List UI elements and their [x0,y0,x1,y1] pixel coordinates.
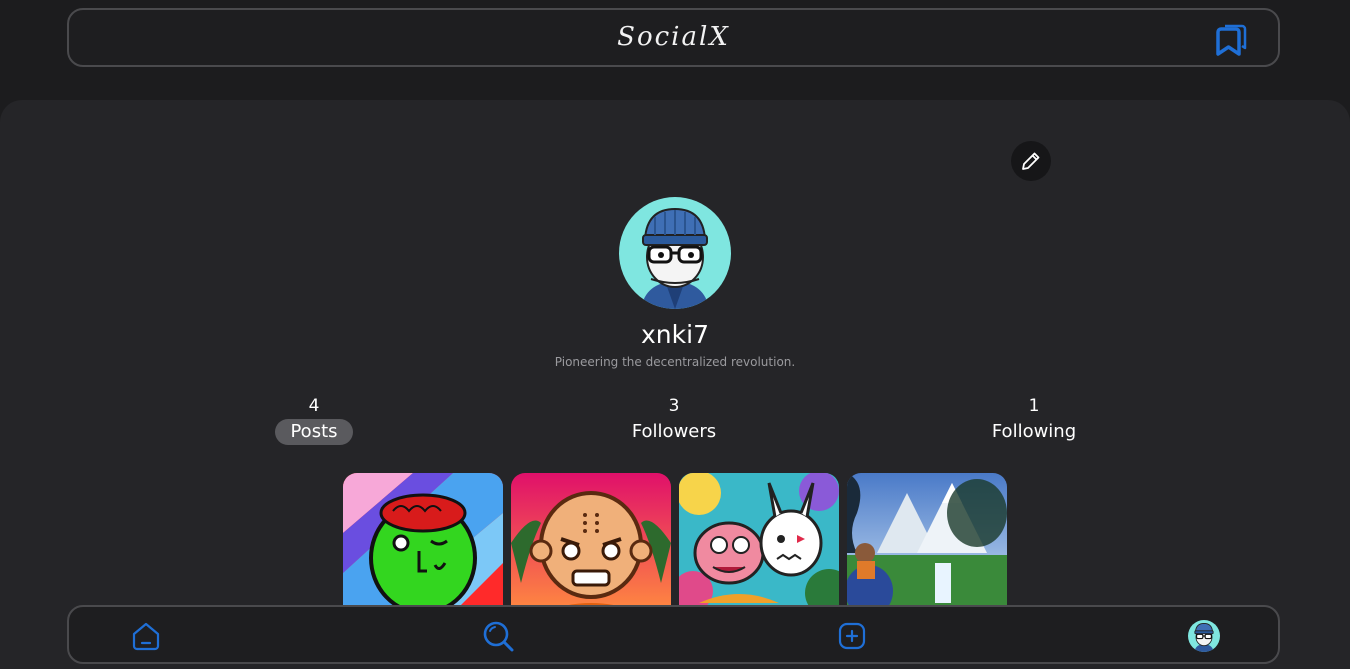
bookmark-stack-icon[interactable] [1214,23,1248,57]
profile-panel [0,100,1350,669]
profile-username: xnki7 [641,320,709,349]
home-icon[interactable] [129,619,163,653]
tab-posts[interactable]: Posts [275,419,353,445]
bottom-nav [67,605,1280,664]
stat-count: 3 [668,396,680,416]
stat-following[interactable]: 1 Following [934,395,1134,445]
stat-followers[interactable]: 3 Followers [574,395,774,445]
pencil-icon [1022,152,1040,170]
stat-count: 4 [308,396,320,416]
top-bar: SocialX [67,8,1280,67]
profile-bio: Pioneering the decentralized revolution. [554,355,796,369]
post-thumbnail[interactable] [679,473,839,613]
post-thumbnail[interactable] [511,473,671,613]
stat-posts[interactable]: 4 Posts [214,395,414,445]
search-icon[interactable] [481,619,515,653]
profile-avatar-icon[interactable] [1188,620,1220,652]
post-thumbnail[interactable] [847,473,1007,613]
profile-avatar[interactable] [619,197,731,309]
profile-page: SocialX xnki7 Pioneering the decentraliz… [0,0,1350,669]
post-thumbnail[interactable] [343,473,503,613]
app-logo[interactable]: SocialX [69,22,1278,52]
add-post-icon[interactable] [835,619,869,653]
stat-count: 1 [1028,396,1040,416]
edit-profile-button[interactable] [1011,141,1051,181]
tab-followers[interactable]: Followers [617,419,731,445]
tab-following[interactable]: Following [977,419,1091,445]
